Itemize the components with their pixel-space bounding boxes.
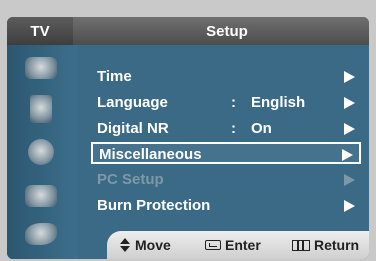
menu-item-value: English bbox=[251, 94, 306, 111]
arrow-right-icon bbox=[342, 149, 353, 161]
menu-item-miscellaneous[interactable]: Miscellaneous bbox=[91, 142, 361, 164]
move-hint-label: Move bbox=[135, 237, 171, 253]
picture-icon[interactable] bbox=[25, 57, 57, 79]
enter-hint-label: Enter bbox=[225, 237, 261, 253]
menu-item-burn-protection[interactable]: Burn Protection bbox=[91, 195, 361, 217]
enter-hint: Enter bbox=[205, 237, 261, 253]
menu-item-language[interactable]: Language : English bbox=[91, 92, 361, 114]
title-bar: TV Setup bbox=[7, 17, 369, 45]
arrow-right-icon bbox=[344, 97, 355, 109]
input-icon[interactable] bbox=[25, 223, 57, 245]
menu-item-label: Miscellaneous bbox=[99, 146, 202, 163]
menu-item-label: Language bbox=[97, 94, 168, 111]
menu-item-label: Digital NR bbox=[97, 120, 169, 137]
osd-screen: TV Setup Time Language : English Digital… bbox=[0, 0, 376, 261]
arrow-right-icon bbox=[344, 174, 355, 186]
move-hint: Move bbox=[119, 237, 171, 253]
menu-item-label: Time bbox=[97, 68, 132, 85]
value-separator: : bbox=[231, 94, 236, 111]
up-down-arrows-icon bbox=[119, 238, 131, 252]
arrow-right-icon bbox=[344, 200, 355, 212]
menu-item-label: Burn Protection bbox=[97, 197, 211, 214]
sound-icon[interactable] bbox=[30, 95, 52, 123]
value-separator: : bbox=[231, 120, 236, 137]
menu-item-value: On bbox=[251, 120, 272, 137]
arrow-right-icon bbox=[344, 123, 355, 135]
menu-list: Time Language : English Digital NR : On … bbox=[87, 45, 369, 231]
return-hint: Return bbox=[292, 237, 359, 253]
category-sidebar bbox=[7, 45, 77, 259]
arrow-right-icon bbox=[344, 71, 355, 83]
return-hint-label: Return bbox=[314, 237, 360, 253]
enter-icon bbox=[205, 240, 221, 250]
navigation-hints: Move Enter Return bbox=[107, 231, 369, 259]
menu-item-label: PC Setup bbox=[97, 171, 164, 188]
menu-item-pc-setup: PC Setup bbox=[91, 169, 361, 191]
tv-tab[interactable]: TV bbox=[7, 17, 73, 45]
menu-item-time[interactable]: Time bbox=[91, 66, 361, 88]
page-title: Setup bbox=[206, 22, 248, 40]
setup-menu-window: TV Setup Time Language : English Digital… bbox=[7, 17, 369, 259]
setup-icon[interactable] bbox=[25, 185, 57, 207]
return-icon bbox=[292, 239, 310, 251]
channel-icon[interactable] bbox=[28, 139, 54, 165]
menu-item-digital-nr[interactable]: Digital NR : On bbox=[91, 118, 361, 140]
